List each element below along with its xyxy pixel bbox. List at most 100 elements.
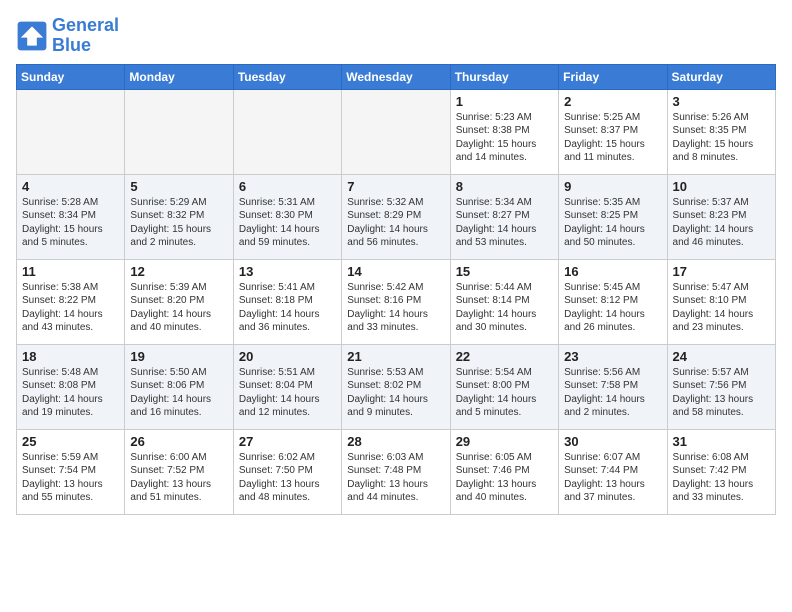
day-info: Sunrise: 5:28 AM Sunset: 8:34 PM Dayligh… <box>22 196 119 250</box>
day-number: 4 <box>22 179 119 194</box>
calendar-week-row: 25 Sunrise: 5:59 AM Sunset: 7:54 PM Dayli… <box>17 429 776 514</box>
day-number: 19 <box>130 349 227 364</box>
day-info: Sunrise: 6:03 AM Sunset: 7:48 PM Dayligh… <box>347 451 444 505</box>
calendar-cell: 26 Sunrise: 6:00 AM Sunset: 7:52 PM Dayli… <box>125 429 233 514</box>
calendar-cell: 14 Sunrise: 5:42 AM Sunset: 8:16 PM Dayli… <box>342 259 450 344</box>
calendar-cell: 16Sunrise: 5:45 AM Sunset: 8:12 PM Dayli… <box>559 259 667 344</box>
day-info: Sunrise: 5:25 AM Sunset: 8:37 PM Dayligh… <box>564 111 661 165</box>
calendar-cell: 21 Sunrise: 5:53 AM Sunset: 8:02 PM Dayli… <box>342 344 450 429</box>
weekday-header-wednesday: Wednesday <box>342 64 450 89</box>
calendar-cell: 1 Sunrise: 5:23 AM Sunset: 8:38 PM Daylig… <box>450 89 558 174</box>
day-info: Sunrise: 6:00 AM Sunset: 7:52 PM Dayligh… <box>130 451 227 505</box>
day-number: 6 <box>239 179 336 194</box>
calendar-cell: 11 Sunrise: 5:38 AM Sunset: 8:22 PM Dayli… <box>17 259 125 344</box>
day-number: 3 <box>673 94 770 109</box>
calendar-cell <box>233 89 341 174</box>
day-number: 11 <box>22 264 119 279</box>
day-number: 2 <box>564 94 661 109</box>
day-info: Sunrise: 5:31 AM Sunset: 8:30 PM Dayligh… <box>239 196 336 250</box>
day-number: 1 <box>456 94 553 109</box>
calendar-cell: 30 Sunrise: 6:07 AM Sunset: 7:44 PM Dayli… <box>559 429 667 514</box>
calendar-cell: 12Sunrise: 5:39 AM Sunset: 8:20 PM Dayli… <box>125 259 233 344</box>
day-info: Sunrise: 5:59 AM Sunset: 7:54 PM Dayligh… <box>22 451 119 505</box>
weekday-header-thursday: Thursday <box>450 64 558 89</box>
day-info: Sunrise: 5:50 AM Sunset: 8:06 PM Dayligh… <box>130 366 227 420</box>
day-number: 26 <box>130 434 227 449</box>
day-number: 17 <box>673 264 770 279</box>
day-number: 5 <box>130 179 227 194</box>
day-info: Sunrise: 5:38 AM Sunset: 8:22 PM Dayligh… <box>22 281 119 335</box>
calendar-week-row: 4 Sunrise: 5:28 AM Sunset: 8:34 PM Daylig… <box>17 174 776 259</box>
day-info: Sunrise: 5:34 AM Sunset: 8:27 PM Dayligh… <box>456 196 553 250</box>
day-info: Sunrise: 5:32 AM Sunset: 8:29 PM Dayligh… <box>347 196 444 250</box>
day-number: 25 <box>22 434 119 449</box>
calendar-cell: 31Sunrise: 6:08 AM Sunset: 7:42 PM Dayli… <box>667 429 775 514</box>
day-info: Sunrise: 5:44 AM Sunset: 8:14 PM Dayligh… <box>456 281 553 335</box>
day-info: Sunrise: 5:45 AM Sunset: 8:12 PM Dayligh… <box>564 281 661 335</box>
calendar-cell: 3 Sunrise: 5:26 AM Sunset: 8:35 PM Daylig… <box>667 89 775 174</box>
calendar-cell: 20 Sunrise: 5:51 AM Sunset: 8:04 PM Dayli… <box>233 344 341 429</box>
day-info: Sunrise: 5:57 AM Sunset: 7:56 PM Dayligh… <box>673 366 770 420</box>
day-info: Sunrise: 5:51 AM Sunset: 8:04 PM Dayligh… <box>239 366 336 420</box>
calendar-cell <box>17 89 125 174</box>
calendar-cell: 4 Sunrise: 5:28 AM Sunset: 8:34 PM Daylig… <box>17 174 125 259</box>
day-number: 29 <box>456 434 553 449</box>
calendar-week-row: 11 Sunrise: 5:38 AM Sunset: 8:22 PM Dayli… <box>17 259 776 344</box>
day-number: 8 <box>456 179 553 194</box>
day-number: 13 <box>239 264 336 279</box>
day-info: Sunrise: 5:54 AM Sunset: 8:00 PM Dayligh… <box>456 366 553 420</box>
calendar-cell: 10 Sunrise: 5:37 AM Sunset: 8:23 PM Dayli… <box>667 174 775 259</box>
day-info: Sunrise: 5:29 AM Sunset: 8:32 PM Dayligh… <box>130 196 227 250</box>
weekday-header-monday: Monday <box>125 64 233 89</box>
calendar-cell: 29 Sunrise: 6:05 AM Sunset: 7:46 PM Dayli… <box>450 429 558 514</box>
calendar-cell: 25 Sunrise: 5:59 AM Sunset: 7:54 PM Dayli… <box>17 429 125 514</box>
calendar-cell: 7 Sunrise: 5:32 AM Sunset: 8:29 PM Daylig… <box>342 174 450 259</box>
calendar-table: SundayMondayTuesdayWednesdayThursdayFrid… <box>16 64 776 515</box>
calendar-cell: 28 Sunrise: 6:03 AM Sunset: 7:48 PM Dayli… <box>342 429 450 514</box>
day-number: 21 <box>347 349 444 364</box>
day-info: Sunrise: 5:56 AM Sunset: 7:58 PM Dayligh… <box>564 366 661 420</box>
calendar-cell: 6 Sunrise: 5:31 AM Sunset: 8:30 PM Daylig… <box>233 174 341 259</box>
day-number: 7 <box>347 179 444 194</box>
day-number: 10 <box>673 179 770 194</box>
day-info: Sunrise: 5:41 AM Sunset: 8:18 PM Dayligh… <box>239 281 336 335</box>
weekday-header-sunday: Sunday <box>17 64 125 89</box>
calendar-cell: 13 Sunrise: 5:41 AM Sunset: 8:18 PM Dayli… <box>233 259 341 344</box>
calendar-cell: 8 Sunrise: 5:34 AM Sunset: 8:27 PM Daylig… <box>450 174 558 259</box>
day-info: Sunrise: 5:37 AM Sunset: 8:23 PM Dayligh… <box>673 196 770 250</box>
calendar-cell: 5 Sunrise: 5:29 AM Sunset: 8:32 PM Daylig… <box>125 174 233 259</box>
calendar-cell: 9Sunrise: 5:35 AM Sunset: 8:25 PM Daylig… <box>559 174 667 259</box>
day-info: Sunrise: 6:07 AM Sunset: 7:44 PM Dayligh… <box>564 451 661 505</box>
day-number: 28 <box>347 434 444 449</box>
day-number: 14 <box>347 264 444 279</box>
day-info: Sunrise: 5:53 AM Sunset: 8:02 PM Dayligh… <box>347 366 444 420</box>
day-number: 20 <box>239 349 336 364</box>
logo: General Blue <box>16 16 119 56</box>
calendar-cell: 23 Sunrise: 5:56 AM Sunset: 7:58 PM Dayli… <box>559 344 667 429</box>
calendar-body: 1 Sunrise: 5:23 AM Sunset: 8:38 PM Daylig… <box>17 89 776 514</box>
calendar-cell: 17 Sunrise: 5:47 AM Sunset: 8:10 PM Dayli… <box>667 259 775 344</box>
day-number: 22 <box>456 349 553 364</box>
calendar-cell: 27 Sunrise: 6:02 AM Sunset: 7:50 PM Dayli… <box>233 429 341 514</box>
calendar-cell <box>125 89 233 174</box>
day-info: Sunrise: 5:42 AM Sunset: 8:16 PM Dayligh… <box>347 281 444 335</box>
page-header: General Blue <box>16 16 776 56</box>
logo-text: General Blue <box>52 16 119 56</box>
calendar-cell: 15 Sunrise: 5:44 AM Sunset: 8:14 PM Dayli… <box>450 259 558 344</box>
day-info: Sunrise: 6:08 AM Sunset: 7:42 PM Dayligh… <box>673 451 770 505</box>
day-info: Sunrise: 6:05 AM Sunset: 7:46 PM Dayligh… <box>456 451 553 505</box>
day-number: 23 <box>564 349 661 364</box>
day-number: 27 <box>239 434 336 449</box>
day-info: Sunrise: 5:39 AM Sunset: 8:20 PM Dayligh… <box>130 281 227 335</box>
day-info: Sunrise: 5:47 AM Sunset: 8:10 PM Dayligh… <box>673 281 770 335</box>
day-info: Sunrise: 5:23 AM Sunset: 8:38 PM Dayligh… <box>456 111 553 165</box>
day-info: Sunrise: 5:26 AM Sunset: 8:35 PM Dayligh… <box>673 111 770 165</box>
day-number: 15 <box>456 264 553 279</box>
calendar-cell: 2 Sunrise: 5:25 AM Sunset: 8:37 PM Daylig… <box>559 89 667 174</box>
day-number: 9 <box>564 179 661 194</box>
calendar-week-row: 1 Sunrise: 5:23 AM Sunset: 8:38 PM Daylig… <box>17 89 776 174</box>
weekday-header-friday: Friday <box>559 64 667 89</box>
day-info: Sunrise: 6:02 AM Sunset: 7:50 PM Dayligh… <box>239 451 336 505</box>
day-number: 30 <box>564 434 661 449</box>
calendar-cell: 24Sunrise: 5:57 AM Sunset: 7:56 PM Dayli… <box>667 344 775 429</box>
